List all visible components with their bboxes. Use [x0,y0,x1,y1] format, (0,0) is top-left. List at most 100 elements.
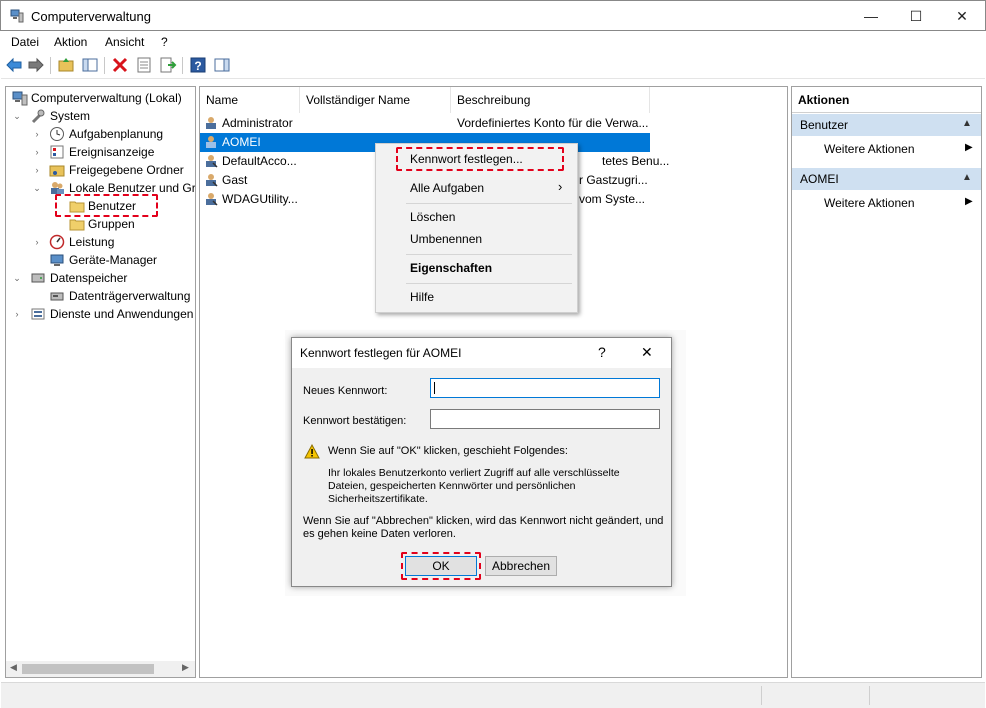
scroll-right-icon[interactable]: ▶ [182,662,189,673]
action-more-aomei[interactable]: Weitere Aktionen ▶ [792,193,981,213]
actions-pane: Aktionen Benutzer ▲ Weitere Aktionen ▶ A… [791,86,982,678]
confirm-password-input[interactable] [430,409,660,429]
column-header-name[interactable]: Name [200,87,300,113]
menu-item-all-tasks[interactable]: Alle Aufgaben [410,181,484,195]
tree-label: Freigegebene Ordner [69,163,184,177]
chevron-right-icon[interactable]: › [32,125,42,143]
tree-item-freigegebene-ordner[interactable]: › Freigegebene Ordner [6,161,195,179]
tree-item-root[interactable]: Computerverwaltung (Lokal) [6,89,195,107]
shared-folder-icon [49,165,65,177]
menu-ansicht[interactable]: Ansicht [105,35,144,49]
submenu-arrow-icon: › [558,179,563,194]
chevron-down-icon[interactable]: ⌄ [12,269,22,287]
minimize-button[interactable]: — [848,1,894,32]
actions-title: Aktionen [792,87,981,113]
chevron-right-icon[interactable]: › [32,233,42,251]
minimize-icon: — [864,8,878,24]
tree-item-system[interactable]: ⌄ System [6,107,195,125]
submenu-arrow-icon: ▶ [965,196,973,207]
help-icon[interactable]: ? [598,344,606,360]
delete-icon[interactable] [111,56,129,74]
menu-item-rename[interactable]: Umbenennen [410,232,482,246]
context-menu: Kennwort festlegen... Alle Aufgaben › Lö… [375,143,578,313]
column-header-fullname[interactable]: Vollständiger Name [300,87,451,113]
show-hide-action-pane-icon[interactable] [213,56,231,74]
help-icon[interactable]: ? [189,56,207,74]
close-icon[interactable]: ✕ [641,344,653,361]
cancel-info-line1: Wenn Sie auf "Abbrechen" klicken, wird d… [303,515,664,527]
user-icon [206,117,216,129]
cancel-button[interactable]: Abbrechen [485,556,557,576]
up-folder-icon[interactable] [57,56,75,74]
column-header-description[interactable]: Beschreibung [451,87,650,113]
section-title: AOMEI [800,172,839,186]
user-description: vom Syste... [579,192,646,206]
export-list-icon[interactable] [159,56,177,74]
new-password-label: Neues Kennwort: [303,385,388,397]
menu-item-delete[interactable]: Löschen [410,210,455,224]
tree-item-dienste[interactable]: › Dienste und Anwendungen [6,305,195,323]
scroll-left-icon[interactable]: ◀ [10,662,17,673]
menu-item-help[interactable]: Hilfe [410,290,434,304]
horizontal-scrollbar[interactable]: ◀ ▶ [6,661,195,677]
actions-section-benutzer[interactable]: Benutzer ▲ [792,114,981,136]
menu-aktion[interactable]: Aktion [54,35,87,49]
tree-item-datentraeger[interactable]: Datenträgerverwaltung [6,287,195,305]
toolbar-separator [50,57,51,74]
chevron-right-icon[interactable]: › [12,305,22,323]
dialog-title-bar[interactable]: Kennwort festlegen für AOMEI ? ✕ [292,338,671,368]
menu-separator [406,254,572,255]
set-password-dialog: Kennwort festlegen für AOMEI ? ✕ Neues K… [291,337,672,587]
tree-item-leistung[interactable]: › Leistung [6,233,195,251]
computer-management-icon [12,91,28,106]
tree-label: Datenspeicher [50,271,128,285]
svg-text:?: ? [194,59,201,73]
menu-datei[interactable]: Datei [11,35,39,49]
user-name: DefaultAcco... [222,154,297,168]
user-icon [206,155,218,168]
table-row[interactable]: Administrator Vordefiniertes Konto für d… [200,114,650,133]
menu-bar: Datei Aktion Ansicht ? [1,31,985,52]
tree-item-ereignisanzeige[interactable]: › Ereignisanzeige [6,143,195,161]
tree-item-gruppen[interactable]: Gruppen [6,215,195,233]
tools-icon [31,109,45,124]
close-button[interactable]: ✕ [939,1,985,32]
chevron-down-icon[interactable]: ⌄ [32,179,42,197]
tree-label: Aufgabenplanung [69,127,164,141]
chevron-right-icon[interactable]: › [32,143,42,161]
chevron-right-icon[interactable]: › [32,161,42,179]
back-arrow-icon[interactable] [5,56,23,74]
tree-item-geraete-manager[interactable]: Geräte-Manager [6,251,195,269]
services-icon [31,308,45,320]
storage-icon [31,273,45,283]
collapse-icon[interactable]: ▲ [962,118,972,129]
actions-section-aomei[interactable]: AOMEI ▲ [792,168,981,190]
new-password-input[interactable] [430,378,660,398]
tree-label: Computerverwaltung (Lokal) [31,91,182,105]
navigation-tree[interactable]: Computerverwaltung (Lokal) ⌄ System › Au… [5,86,196,678]
menu-item-properties[interactable]: Eigenschaften [410,261,492,275]
user-description: Vordefiniertes Konto für die Verwa... [457,116,649,130]
cancel-info-line2: es gehen keine Daten verloren. [303,528,456,540]
collapse-icon[interactable]: ▲ [962,172,972,183]
title-bar[interactable]: Computerverwaltung — ☐ ✕ [0,0,986,31]
info-text-line3: Sicherheitszertifikate. [328,493,428,505]
show-hide-tree-icon[interactable] [81,56,99,74]
user-name: AOMEI [222,135,261,149]
properties-icon[interactable] [135,56,153,74]
forward-arrow-icon[interactable] [27,56,45,74]
chevron-down-icon[interactable]: ⌄ [12,107,22,125]
list-header: Name Vollständiger Name Beschreibung [200,87,787,113]
performance-icon [49,234,65,250]
action-more-benutzer[interactable]: Weitere Aktionen ▶ [792,139,981,159]
menu-help[interactable]: ? [161,35,168,49]
tree-item-datenspeicher[interactable]: ⌄ Datenspeicher [6,269,195,287]
highlight-box [401,552,481,580]
highlight-box [55,194,158,217]
scrollbar-thumb[interactable] [22,664,154,674]
warning-text: Wenn Sie auf "OK" klicken, geschieht Fol… [328,445,568,457]
menu-separator [406,203,572,204]
maximize-button[interactable]: ☐ [893,1,939,32]
status-divider [869,686,870,705]
tree-item-aufgabenplanung[interactable]: › Aufgabenplanung [6,125,195,143]
